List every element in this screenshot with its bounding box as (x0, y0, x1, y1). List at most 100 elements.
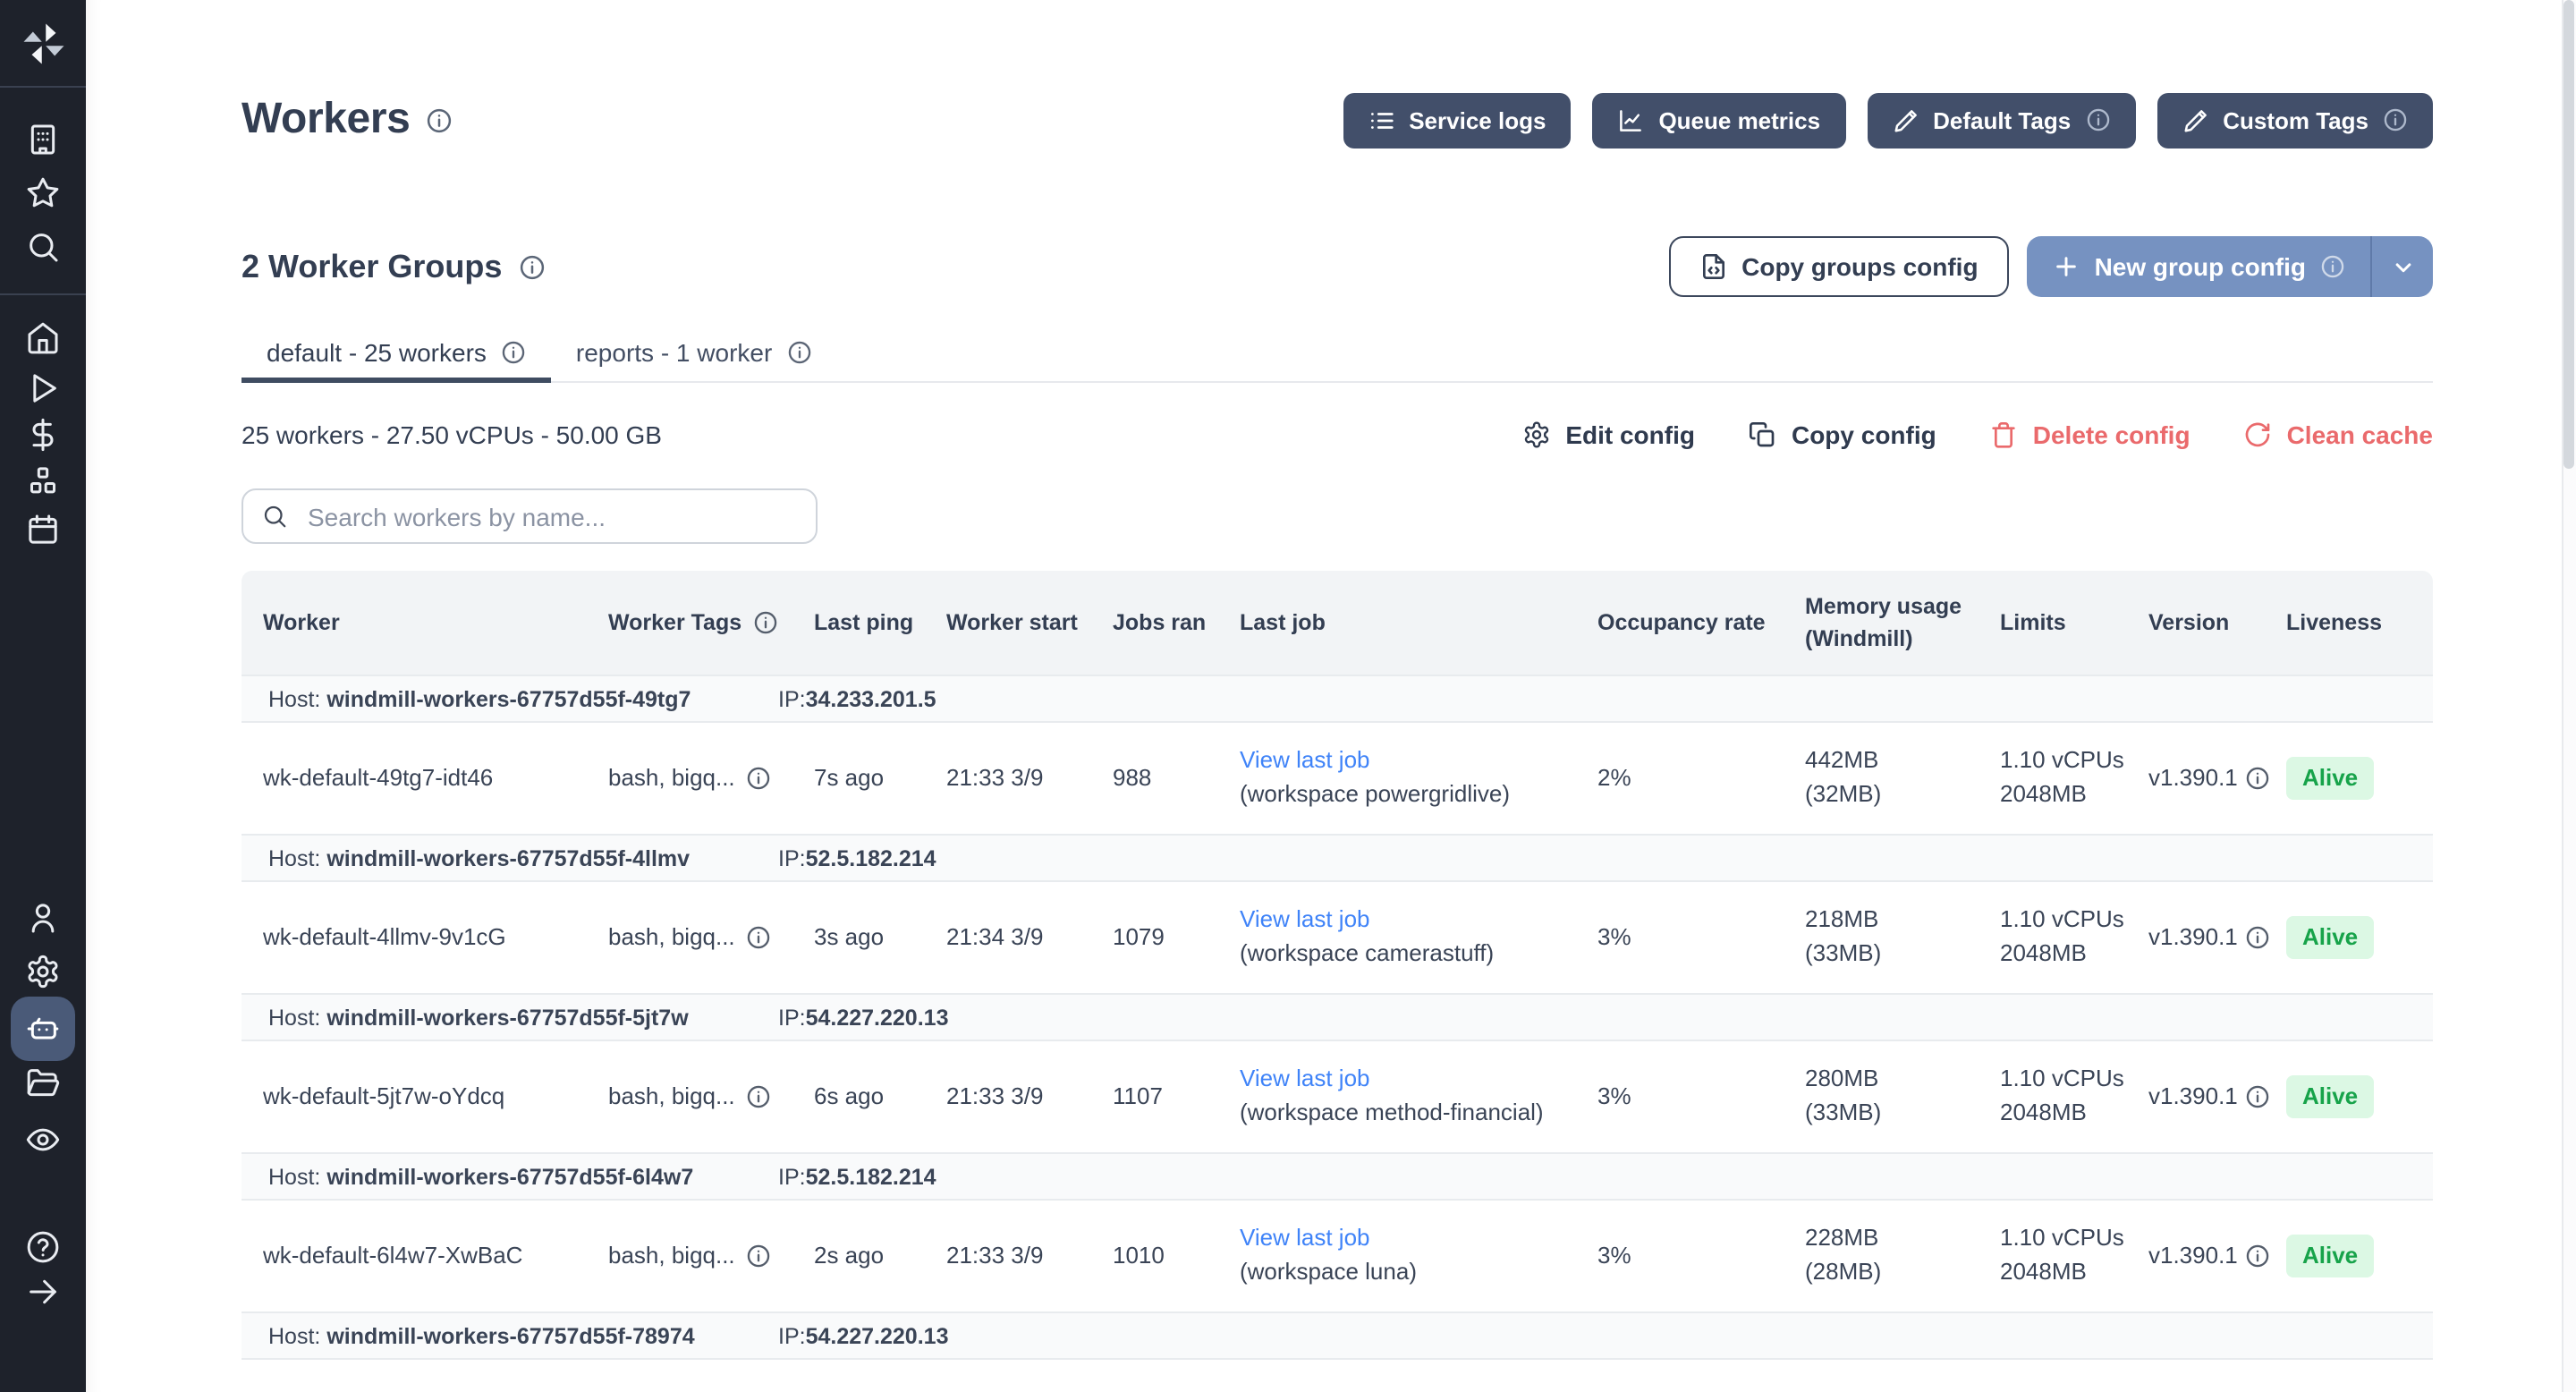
delete-config-button[interactable]: Delete config (1990, 420, 2190, 449)
sidebar-item-help[interactable] (0, 1222, 86, 1272)
worker-groups-header: 2 Worker Groups Copy groups config New g… (242, 236, 2433, 297)
group-toolbar: 25 workers - 27.50 vCPUs - 50.00 GB Edit… (242, 408, 2433, 462)
sidebar-item-search[interactable] (0, 222, 86, 272)
sidebar-item-home[interactable] (0, 313, 86, 363)
host-name: Host: windmill-workers-67757d55f-4llmv (268, 845, 778, 870)
sidebar-item-favorites[interactable] (0, 168, 86, 218)
sidebar-item-workspace[interactable] (0, 115, 86, 165)
windmill-logo-icon (19, 19, 67, 67)
info-icon[interactable] (2245, 925, 2270, 950)
gear-icon (25, 954, 61, 989)
search-box[interactable] (242, 488, 818, 544)
host-ip: IP:34.233.201.5 (778, 686, 2433, 711)
windmill-logo[interactable] (0, 14, 86, 72)
info-icon[interactable] (2245, 1243, 2270, 1269)
sidebar-item-variables[interactable] (0, 410, 86, 460)
col-last-job: Last job (1240, 607, 1597, 639)
col-jobs-ran: Jobs ran (1113, 607, 1240, 639)
search-input[interactable] (304, 500, 798, 532)
main-content: Workers Service logs Queue metrics Defau… (86, 0, 2576, 1392)
gear-icon (1522, 420, 1551, 449)
view-last-job-link[interactable]: View last job (1240, 904, 1580, 938)
default-tags-button[interactable]: Default Tags (1867, 92, 2135, 148)
sidebar-item-settings[interactable] (0, 946, 86, 997)
last-ping: 6s ago (814, 1080, 946, 1114)
info-icon[interactable] (2245, 1084, 2270, 1109)
table-header-row: Worker Worker Tags Last ping Worker star… (242, 571, 2433, 675)
custom-tags-button[interactable]: Custom Tags (2157, 92, 2433, 148)
clean-cache-button[interactable]: Clean cache (2244, 420, 2433, 449)
host-ip: IP:52.5.182.214 (778, 845, 2433, 870)
new-group-config-dropdown[interactable] (2372, 236, 2433, 297)
worker-name: wk-default-49tg7-idt46 (263, 761, 608, 795)
sidebar-item-folders[interactable] (0, 1057, 86, 1108)
worker-tags: bash, bigq... (608, 761, 814, 795)
host-row: Host: windmill-workers-67757d55f-78974 I… (242, 1311, 2433, 1360)
service-logs-label: Service logs (1409, 106, 1546, 133)
sidebar-item-runs[interactable] (0, 363, 86, 413)
last-ping: 2s ago (814, 1239, 946, 1273)
alive-badge: Alive (2286, 915, 2374, 960)
info-icon[interactable] (746, 925, 771, 950)
service-logs-button[interactable]: Service logs (1343, 92, 1571, 148)
delete-config-label: Delete config (2033, 420, 2190, 449)
page-title-wrap: Workers (242, 95, 453, 145)
sidebar-item-audit-logs[interactable] (0, 1115, 86, 1165)
scrollbar-thumb[interactable] (2563, 0, 2574, 469)
copy-config-button[interactable]: Copy config (1749, 420, 1936, 449)
folder-open-icon (25, 1065, 61, 1100)
alive-badge: Alive (2286, 756, 2374, 801)
sidebar-collapse-toggle[interactable] (0, 1267, 86, 1317)
group-actions: Edit config Copy config Delete config Cl… (1522, 420, 2433, 449)
worker-name: wk-default-5jt7w-oYdcq (263, 1080, 608, 1114)
info-icon[interactable] (752, 610, 777, 635)
host-name: Host: windmill-workers-67757d55f-5jt7w (268, 1005, 778, 1030)
tab-reports[interactable]: reports - 1 worker (551, 326, 836, 383)
trash-icon (1990, 420, 2019, 449)
host-name: Host: windmill-workers-67757d55f-78974 (268, 1323, 778, 1348)
scrollbar[interactable] (2562, 0, 2576, 1392)
last-job-workspace: (workspace camerastuff) (1240, 938, 1580, 972)
view-last-job-link[interactable]: View last job (1240, 1063, 1580, 1097)
tab-default[interactable]: default - 25 workers (242, 326, 551, 383)
memory-usage: 218MB(33MB) (1805, 904, 2000, 971)
queue-metrics-label: Queue metrics (1658, 106, 1820, 133)
copy-groups-config-label: Copy groups config (1741, 252, 1978, 281)
info-icon[interactable] (746, 766, 771, 791)
info-icon[interactable] (518, 253, 545, 280)
rotate-icon (2244, 420, 2273, 449)
copy-groups-config-button[interactable]: Copy groups config (1668, 236, 2008, 297)
info-icon[interactable] (426, 106, 453, 133)
version: v1.390.1 (2148, 1239, 2286, 1273)
worker-tags: bash, bigq... (608, 1239, 814, 1273)
new-group-config-main[interactable]: New group config (2027, 236, 2370, 297)
info-icon[interactable] (746, 1084, 771, 1109)
info-icon[interactable] (2245, 766, 2270, 791)
view-last-job-link[interactable]: View last job (1240, 744, 1580, 778)
info-icon[interactable] (746, 1243, 771, 1269)
jobs-ran: 1010 (1113, 1239, 1240, 1273)
view-last-job-link[interactable]: View last job (1240, 1222, 1580, 1256)
worker-tags: bash, bigq... (608, 1080, 814, 1114)
calendar-icon (25, 512, 61, 547)
memory-usage: 280MB(33MB) (1805, 1063, 2000, 1130)
host-name: Host: windmill-workers-67757d55f-49tg7 (268, 686, 778, 711)
worker-name: wk-default-6l4w7-XwBaC (263, 1239, 608, 1273)
sidebar-item-workers[interactable] (11, 997, 75, 1061)
queue-metrics-button[interactable]: Queue metrics (1592, 92, 1845, 148)
host-ip: IP:54.227.220.13 (778, 1005, 2433, 1030)
tab-reports-label: reports - 1 worker (576, 337, 772, 366)
col-memory-usage: Memory usage (Windmill) (1805, 590, 2000, 656)
worker-start: 21:34 3/9 (946, 921, 1113, 955)
tab-default-label: default - 25 workers (267, 337, 487, 366)
sidebar-item-resources[interactable] (0, 456, 86, 506)
col-worker-start: Worker start (946, 607, 1113, 639)
sidebar-item-users[interactable] (0, 893, 86, 943)
new-group-config-button[interactable]: New group config (2027, 236, 2433, 297)
edit-config-button[interactable]: Edit config (1522, 420, 1695, 449)
limits: 1.10 vCPUs2048MB (2000, 1063, 2148, 1130)
version: v1.390.1 (2148, 1080, 2286, 1114)
sidebar-item-schedules[interactable] (0, 505, 86, 555)
last-job-workspace: (workspace luna) (1240, 1256, 1580, 1290)
alive-badge: Alive (2286, 1074, 2374, 1119)
